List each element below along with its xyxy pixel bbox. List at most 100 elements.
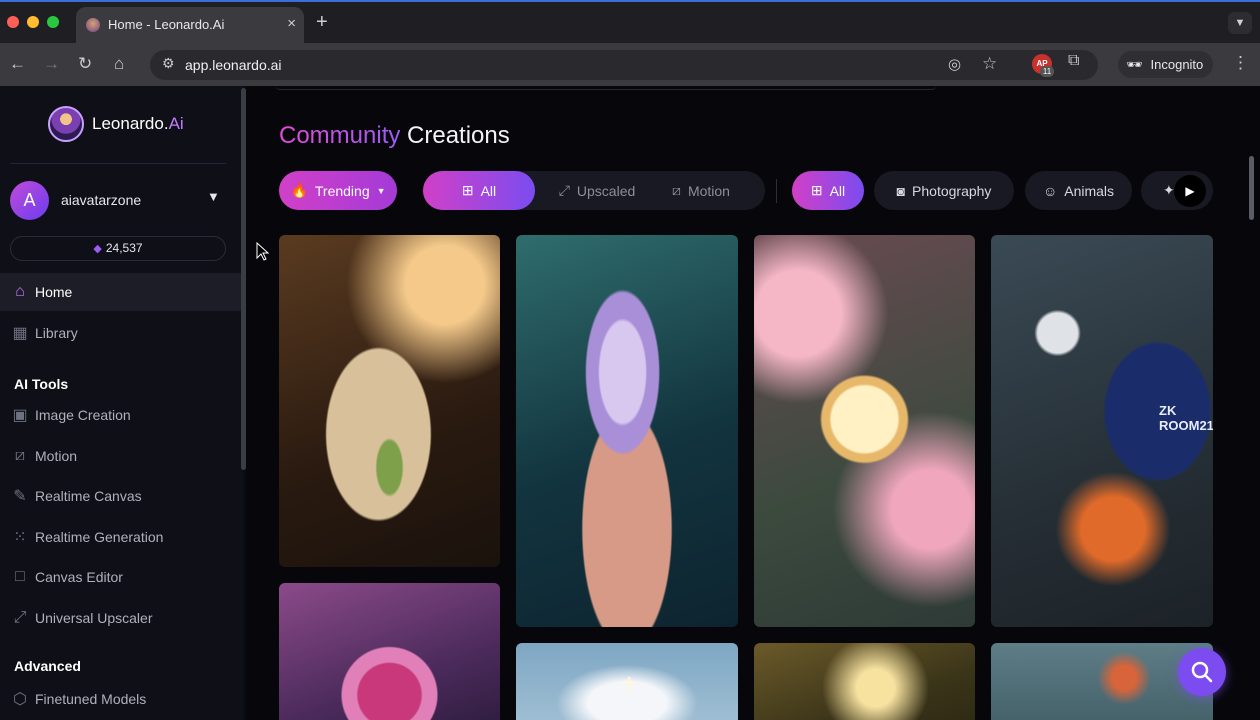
tab-close-icon[interactable]: × [287,15,296,33]
trending-label: Trending [314,182,370,199]
leonardo-logo-icon [48,106,84,142]
search-icon [1191,661,1213,683]
caret-down-icon: ▼ [376,185,386,196]
advanced-heading: Advanced [14,658,81,674]
incognito-indicator[interactable]: 🕶 Incognito [1118,51,1214,78]
sidebar-item-label: Image Creation [35,407,131,423]
sidebar-item-finetuned-models[interactable]: ⬡ Finetuned Models [0,680,243,718]
ai-tools-heading: AI Tools [14,376,69,392]
top-panel-edge [276,86,936,90]
user-menu[interactable]: A aiavatarzone ▼ [10,180,226,220]
gallery-image-moth-moon[interactable] [754,235,975,627]
maximize-window-button[interactable] [47,16,59,28]
sidebar-item-universal-upscaler[interactable]: ⤢ Universal Upscaler [0,599,243,637]
type-filter-motion[interactable]: ⧄ Motion [645,171,757,210]
back-arrow-icon[interactable]: ← [9,53,26,75]
token-balance[interactable]: ◆ 24,537 [10,236,226,261]
gallery-image-burrito[interactable] [279,235,500,567]
home-icon: ⌂ [15,283,25,300]
upscaled-label: Upscaled [576,182,636,199]
minimize-window-button[interactable] [27,16,39,28]
sidebar: Leonardo.Ai A aiavatarzone ▼ ◆ 24,537 ⌂ H… [0,86,243,720]
forward-arrow-icon[interactable]: → [43,53,60,75]
sidebar-divider [10,163,226,164]
extension-count-badge: 11 [1040,66,1054,77]
cube-icon: ⬡ [13,691,27,708]
sidebar-item-label: Canvas Editor [35,569,123,585]
sidebar-item-canvas-editor[interactable]: □ Canvas Editor [0,558,243,596]
animals-label: Animals [1064,182,1115,199]
extensions-puzzle-icon[interactable]: ⧉ [1068,52,1079,70]
category-filter-all[interactable]: ⊞ All [792,171,864,210]
tab-search-chevron-icon[interactable]: ▼ [1228,12,1252,34]
username: aiavatarzone [61,192,142,208]
caret-down-icon[interactable]: ▼ [207,189,220,204]
upscale-icon: ⤢ [558,182,570,198]
photography-label: Photography [912,182,992,199]
token-coin-icon: ◆ [93,243,102,255]
chevron-right-icon[interactable]: ▶ [1174,175,1206,207]
camera-icon: ◙ [896,182,906,199]
sidebar-item-label: Finetuned Models [35,691,147,707]
browser-toolbar: ← → ↻ ⌂ ⚙ app.leonardo.ai ◎ ☆ AP 11 ⧉ 🕶 … [0,43,1260,86]
eye-slash-icon[interactable]: ◎ [948,55,961,73]
sidebar-item-label: Library [35,325,78,341]
frame-icon: □ [15,568,25,585]
site-settings-icon[interactable]: ⚙ [162,55,175,72]
leonardo-logo[interactable]: Leonardo.Ai [48,106,184,142]
trending-dropdown[interactable]: 🔥 Trending ▼ [279,171,397,210]
sidebar-item-realtime-canvas[interactable]: ✎ Realtime Canvas [0,477,243,515]
gallery-image-kitten-workers[interactable]: ZK ROOM21 [991,235,1213,627]
content-type-toggle: ⊞ All ⤢ Upscaled ⧄ Motion [423,171,765,210]
browser-tab-active[interactable]: Home - Leonardo.Ai × [76,7,304,45]
sidebar-item-library[interactable]: ▦ Library [0,314,243,352]
filter-divider [776,179,777,203]
main-content: Community Creations 🔥 Trending ▼ ⊞ All ⤢… [246,86,1260,720]
incognito-label: Incognito [1150,57,1204,72]
address-bar[interactable]: ⚙ app.leonardo.ai ◎ ☆ [150,50,1098,80]
search-fab-button[interactable] [1178,648,1226,696]
mouse-cursor-icon [256,242,270,261]
home-browser-icon[interactable]: ⌂ [114,53,124,75]
gallery-image-crystal-rose[interactable] [279,583,500,720]
leonardo-favicon-icon [86,18,100,32]
sidebar-item-label: Universal Upscaler [35,610,153,626]
incognito-icon: 🕶 [1126,56,1143,72]
dots-icon: ⁙ [13,529,27,546]
browser-tab-bar: Home - Leonardo.Ai × + ▼ [0,0,1260,45]
bookmark-star-icon[interactable]: ☆ [982,54,997,74]
reload-icon[interactable]: ↻ [78,53,92,75]
category-filter-animals[interactable]: ☺ Animals [1025,171,1132,210]
token-count: 24,537 [105,241,143,255]
type-all-label: All [480,182,497,199]
browser-menu-icon[interactable]: ⋮ [1232,53,1249,73]
sidebar-item-label: Home [35,284,73,300]
laptop-screen-text: ZK ROOM21 [1159,403,1213,433]
logo-text: Leonardo.Ai [92,114,184,133]
close-window-button[interactable] [7,16,19,28]
type-filter-all[interactable]: ⊞ All [423,171,535,210]
sidebar-item-realtime-generation[interactable]: ⁙ Realtime Generation [0,518,243,556]
grid-icon: ⊞ [810,182,823,198]
sidebar-item-image-creation[interactable]: ▣ Image Creation [0,396,243,434]
flame-icon: 🔥 [290,182,308,198]
sidebar-item-label: Motion [35,448,78,464]
sidebar-item-motion[interactable]: ⧄ Motion [0,437,243,475]
motion-label: Motion [687,182,730,199]
sidebar-item-home[interactable]: ⌂ Home [0,273,243,311]
gallery-image-forest-light[interactable] [754,643,975,720]
upscale-icon: ⤢ [13,609,27,626]
gallery-image-octopus[interactable] [516,235,738,627]
cat-icon: ☺ [1042,182,1058,199]
film-icon: ⧄ [672,182,681,198]
gallery-image-sky-cross[interactable]: ✝ [516,643,738,720]
avatar[interactable]: A [10,181,49,220]
url-text[interactable]: app.leonardo.ai [185,57,282,73]
new-tab-button[interactable]: + [316,12,328,32]
main-scrollbar[interactable] [1249,156,1254,220]
type-filter-upscaled[interactable]: ⤢ Upscaled [541,171,653,210]
category-filter-photography[interactable]: ◙ Photography [874,171,1014,210]
sidebar-item-label: Realtime Canvas [35,488,142,504]
grid-icon: ⊞ [461,182,474,198]
grid-icon: ▦ [12,325,28,342]
